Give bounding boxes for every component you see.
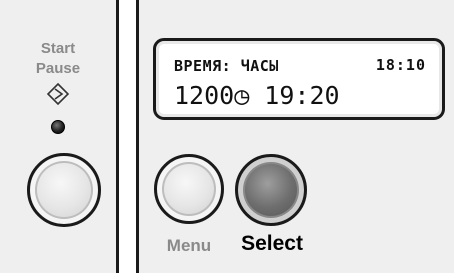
start-pause-panel: Start Pause xyxy=(0,0,119,273)
panel-gap xyxy=(119,0,136,273)
lcd-value-text: 1200◷ 19:20 xyxy=(174,81,340,110)
select-label: Select xyxy=(241,232,303,255)
menu-label: Menu xyxy=(166,236,212,255)
lcd-clock: 18:10 xyxy=(375,56,426,74)
pause-label: Pause xyxy=(35,60,81,77)
menu-button[interactable] xyxy=(154,154,224,224)
diamond-start-icon xyxy=(46,82,70,106)
start-pause-button[interactable] xyxy=(27,153,101,227)
select-button[interactable] xyxy=(235,154,307,226)
indicator-led xyxy=(51,120,65,134)
lcd-menu-text: ВРЕМЯ: ЧАСЫ xyxy=(174,57,279,75)
start-label: Start xyxy=(40,40,76,57)
lcd-display: ВРЕМЯ: ЧАСЫ 18:10 1200◷ 19:20 xyxy=(153,38,445,120)
